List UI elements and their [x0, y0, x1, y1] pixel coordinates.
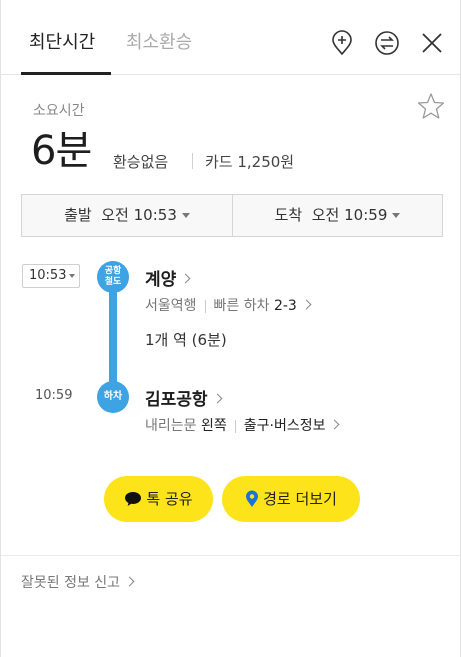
exit-badge: 하차 — [97, 381, 129, 413]
chevron-right-icon — [301, 299, 312, 309]
active-tab-indicator — [21, 72, 111, 75]
line-badge-text: 철도 — [104, 277, 122, 287]
route-panel: 최단시간 최소환승 소요시간 6분 환승없음 카드 1,250원 출발 오전 1… — [0, 0, 461, 657]
arrival-time-label: 도착 오전 10:59 — [274, 206, 388, 224]
exit-bus-info-label: 출구·버스정보 — [243, 418, 326, 434]
direction: 서울역행 — [145, 298, 197, 314]
caret-down-icon — [69, 273, 76, 278]
location-pin-icon — [246, 490, 259, 507]
duration-value: 6분 — [31, 128, 92, 174]
tab-shortest-time[interactable]: 최단시간 — [29, 30, 95, 56]
fast-exit-link[interactable]: 빠른 하차 2-3 — [213, 298, 312, 314]
divider — [234, 419, 236, 433]
time-selector: 출발 오전 10:53 도착 오전 10:59 — [21, 194, 443, 237]
chevron-right-icon — [330, 419, 340, 429]
start-station-name: 계양 — [145, 270, 177, 290]
caret-down-icon — [392, 213, 401, 218]
talk-share-button[interactable]: 톡 공유 — [104, 476, 213, 522]
favorite-star-icon[interactable] — [417, 92, 445, 120]
chevron-right-icon — [212, 393, 223, 403]
chevron-right-icon — [180, 273, 191, 283]
swap-icon[interactable] — [374, 30, 400, 56]
fast-exit-label: 빠른 하차 — [213, 298, 270, 314]
start-time-dropdown[interactable]: 10:53 — [22, 264, 80, 288]
start-station[interactable]: 계양 — [145, 265, 191, 290]
divider — [192, 153, 193, 169]
more-route-button[interactable]: 경로 더보기 — [222, 476, 360, 522]
fare-info: 카드 1,250원 — [205, 153, 295, 171]
ride-info: 1개 역 (6분) — [145, 331, 227, 349]
report-label: 잘못된 정보 신고 — [21, 575, 121, 591]
line-badge-text: 공항 — [104, 266, 122, 276]
fast-exit-value: 2-3 — [273, 298, 297, 314]
report-wrong-info-link[interactable]: 잘못된 정보 신고 — [21, 572, 135, 592]
transfer-info: 환승없음 — [113, 153, 169, 171]
door-label: 내리는문 — [145, 418, 197, 434]
caret-down-icon — [181, 213, 190, 218]
section-divider — [1, 555, 461, 556]
start-station-details: 서울역행 빠른 하차 2-3 — [145, 295, 312, 315]
end-station-details: 내리는문 왼쪽 출구·버스정보 — [145, 415, 340, 435]
exit-bus-info-link[interactable]: 출구·버스정보 — [243, 418, 340, 434]
close-icon[interactable] — [419, 30, 445, 56]
tab-bar: 최단시간 최소환승 — [1, 0, 461, 75]
chevron-right-icon — [124, 576, 135, 586]
end-time: 10:59 — [35, 388, 73, 403]
door-value: 왼쪽 — [200, 418, 227, 434]
more-route-label: 경로 더보기 — [263, 490, 337, 508]
add-location-icon[interactable] — [329, 30, 355, 56]
departure-time-label: 출발 오전 10:53 — [64, 206, 177, 224]
divider — [204, 299, 206, 313]
line-badge: 공항 철도 — [97, 261, 129, 293]
arrival-time-dropdown[interactable]: 도착 오전 10:59 — [232, 195, 442, 236]
duration-label: 소요시간 — [33, 103, 85, 119]
speech-bubble-icon — [125, 491, 142, 506]
tab-min-transfer[interactable]: 최소환승 — [126, 30, 192, 56]
end-station-name: 김포공항 — [145, 390, 208, 410]
talk-share-label: 톡 공유 — [146, 490, 193, 508]
departure-time-dropdown[interactable]: 출발 오전 10:53 — [22, 195, 232, 236]
end-station[interactable]: 김포공항 — [145, 385, 223, 410]
start-time: 10:53 — [29, 268, 67, 283]
